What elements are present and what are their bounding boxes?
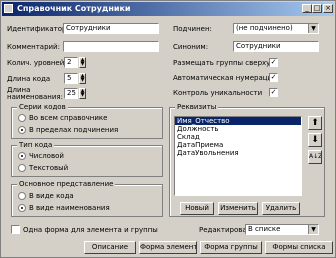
comment-field[interactable] (63, 41, 159, 52)
main-view-group: Основное представление В виде кода В вид… (11, 180, 163, 217)
radio-within-subordination[interactable] (18, 126, 26, 134)
group-form-button[interactable]: Форма группы (200, 241, 262, 254)
sort-az-icon: A↓Z (309, 153, 322, 160)
subordinate-label: Подчинен: (173, 25, 212, 33)
maximize-button[interactable]: □ (312, 4, 322, 13)
list-item[interactable]: ДатаУвольнения (175, 149, 301, 157)
levels-field[interactable]: 2 (64, 57, 78, 68)
uniqueness-checkbox[interactable]: ✓ (269, 88, 278, 97)
synonym-label: Синоним: (173, 43, 209, 51)
radio-text[interactable] (18, 164, 26, 172)
attributes-list[interactable]: Имя_Отчество Должность Склад ДатаПриема … (174, 116, 302, 196)
code-length-label: Длина кода (7, 75, 51, 83)
sort-button[interactable]: A↓Z (308, 150, 322, 164)
list-forms-button[interactable]: Формы списка (265, 241, 333, 254)
reference-dialog-window: Справочник Сотрудники _ □ × Идентификато… (0, 0, 336, 258)
window-icon (4, 4, 13, 13)
chevron-down-icon[interactable]: ▼ (308, 24, 318, 33)
radio-whole-reference[interactable] (18, 114, 26, 122)
title-bar[interactable]: Справочник Сотрудники _ □ × (2, 2, 334, 16)
code-type-group: Тип кода Числовой Текстовый (11, 141, 163, 177)
radio-whole-reference-label: Во всем справочнике (29, 114, 108, 122)
groups-on-top-checkbox[interactable]: ✓ (269, 58, 278, 67)
chevron-down-icon[interactable]: ▼ (308, 225, 318, 234)
radio-numeric-label: Числовой (29, 152, 64, 160)
radio-within-subordination-label: В пределах подчинения (29, 126, 119, 134)
list-item[interactable]: Должность (175, 125, 301, 133)
new-attribute-button[interactable]: Новый (180, 202, 214, 215)
radio-as-code-label: В виде кода (29, 192, 74, 200)
minimize-button[interactable]: _ (302, 4, 312, 13)
subordinate-dropdown[interactable]: (не подчинено) ▼ (233, 23, 319, 34)
auto-numbering-checkbox[interactable]: ✓ (269, 73, 278, 82)
list-item[interactable]: Склад (175, 133, 301, 141)
identifier-label: Идентификатор: (7, 25, 69, 33)
series-code-title: Серии кодов (17, 103, 68, 111)
series-code-group: Серии кодов Во всем справочнике В предел… (11, 103, 163, 139)
radio-as-name-label: В виде наименования (29, 204, 110, 212)
list-item[interactable]: ДатаПриема (175, 141, 301, 149)
edit-attribute-button[interactable]: Изменить (218, 202, 258, 215)
radio-as-name[interactable] (18, 204, 26, 212)
code-length-spinner[interactable]: ▲ ▼ (79, 73, 86, 84)
levels-spinner[interactable]: ▲ ▼ (79, 57, 86, 68)
uniqueness-label: Контроль уникальности (173, 89, 263, 97)
list-item[interactable]: Имя_Отчество (175, 117, 301, 125)
radio-text-label: Текстовый (29, 164, 69, 172)
edit-mode-dropdown[interactable]: В списке ▼ (245, 224, 319, 235)
window-title: Справочник Сотрудники (17, 4, 131, 13)
name-length-field[interactable]: 25 (64, 88, 78, 99)
arrow-up-icon: ⬆ (311, 118, 319, 128)
auto-numbering-label: Автоматическая нумерация (173, 74, 277, 82)
arrow-down-icon: ⬇ (311, 135, 319, 145)
description-button[interactable]: Описание (84, 241, 136, 254)
delete-attribute-button[interactable]: Удалить (262, 202, 300, 215)
attributes-title: Реквизиты (175, 103, 219, 111)
subordinate-value: (не подчинено) (236, 24, 293, 32)
close-button[interactable]: × (323, 4, 333, 13)
name-length-spinner[interactable]: ▲ ▼ (79, 88, 86, 99)
edit-mode-value: В списке (248, 225, 281, 233)
code-type-title: Тип кода (17, 141, 55, 149)
main-view-title: Основное представление (17, 180, 116, 188)
attributes-group: Реквизиты Имя_Отчество Должность Склад Д… (169, 103, 325, 217)
one-form-checkbox[interactable] (11, 225, 20, 234)
move-up-button[interactable]: ⬆ (308, 116, 322, 130)
radio-as-code[interactable] (18, 192, 26, 200)
identifier-field[interactable]: Сотрудники (63, 23, 159, 34)
synonym-field[interactable]: Сотрудники (233, 41, 319, 52)
code-length-field[interactable]: 5 (64, 73, 78, 84)
radio-numeric[interactable] (18, 152, 26, 160)
groups-on-top-label: Размещать группы сверху (173, 59, 271, 67)
move-down-button[interactable]: ⬇ (308, 133, 322, 147)
name-length-label: Длина наименования: (7, 86, 63, 101)
one-form-label: Одна форма для элемента и группы (23, 226, 158, 234)
comment-label: Комментарий: (7, 43, 60, 51)
element-form-button[interactable]: Форма элемента (139, 241, 197, 254)
levels-label: Колич. уровней: (7, 59, 67, 67)
